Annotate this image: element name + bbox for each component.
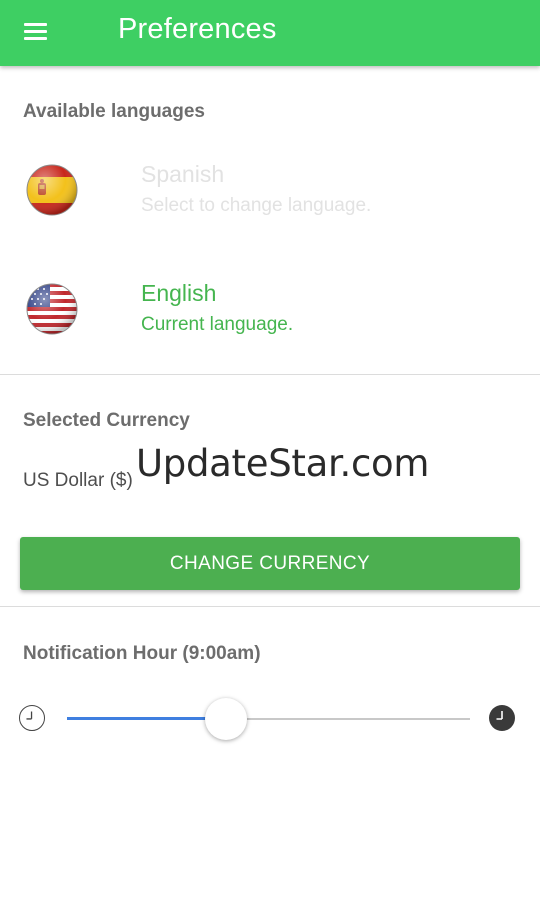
language-name: Spanish [141,161,225,187]
app-root: Preferences Available languages Spanish … [0,0,540,922]
currency-section-title: Selected Currency [23,410,190,431]
notification-hour-slider[interactable] [0,697,540,743]
section-divider [0,374,540,375]
slider-track-fill [67,717,227,720]
clock-outline-icon [19,705,45,731]
language-item-english[interactable]: English Current language. [0,259,540,359]
change-currency-button[interactable]: CHANGE CURRENCY [20,537,520,590]
language-subtitle: Select to change language. [141,195,372,216]
clock-filled-icon [489,705,515,731]
usa-flag-icon [26,283,78,335]
hamburger-menu-icon[interactable] [24,23,48,41]
page-title: Preferences [118,13,277,45]
languages-section-title: Available languages [23,101,205,122]
language-item-spanish[interactable]: Spanish Select to change language. [0,140,540,240]
watermark-text: UpdateStar.com [136,442,430,485]
currency-value: US Dollar ($) [23,470,133,491]
notification-section-title: Notification Hour (9:00am) [23,643,261,664]
spain-flag-icon [26,164,78,216]
app-bar: Preferences [0,0,540,66]
language-name: English [141,280,217,306]
slider-thumb[interactable] [205,698,248,740]
language-subtitle: Current language. [141,314,294,335]
section-divider [0,606,540,607]
